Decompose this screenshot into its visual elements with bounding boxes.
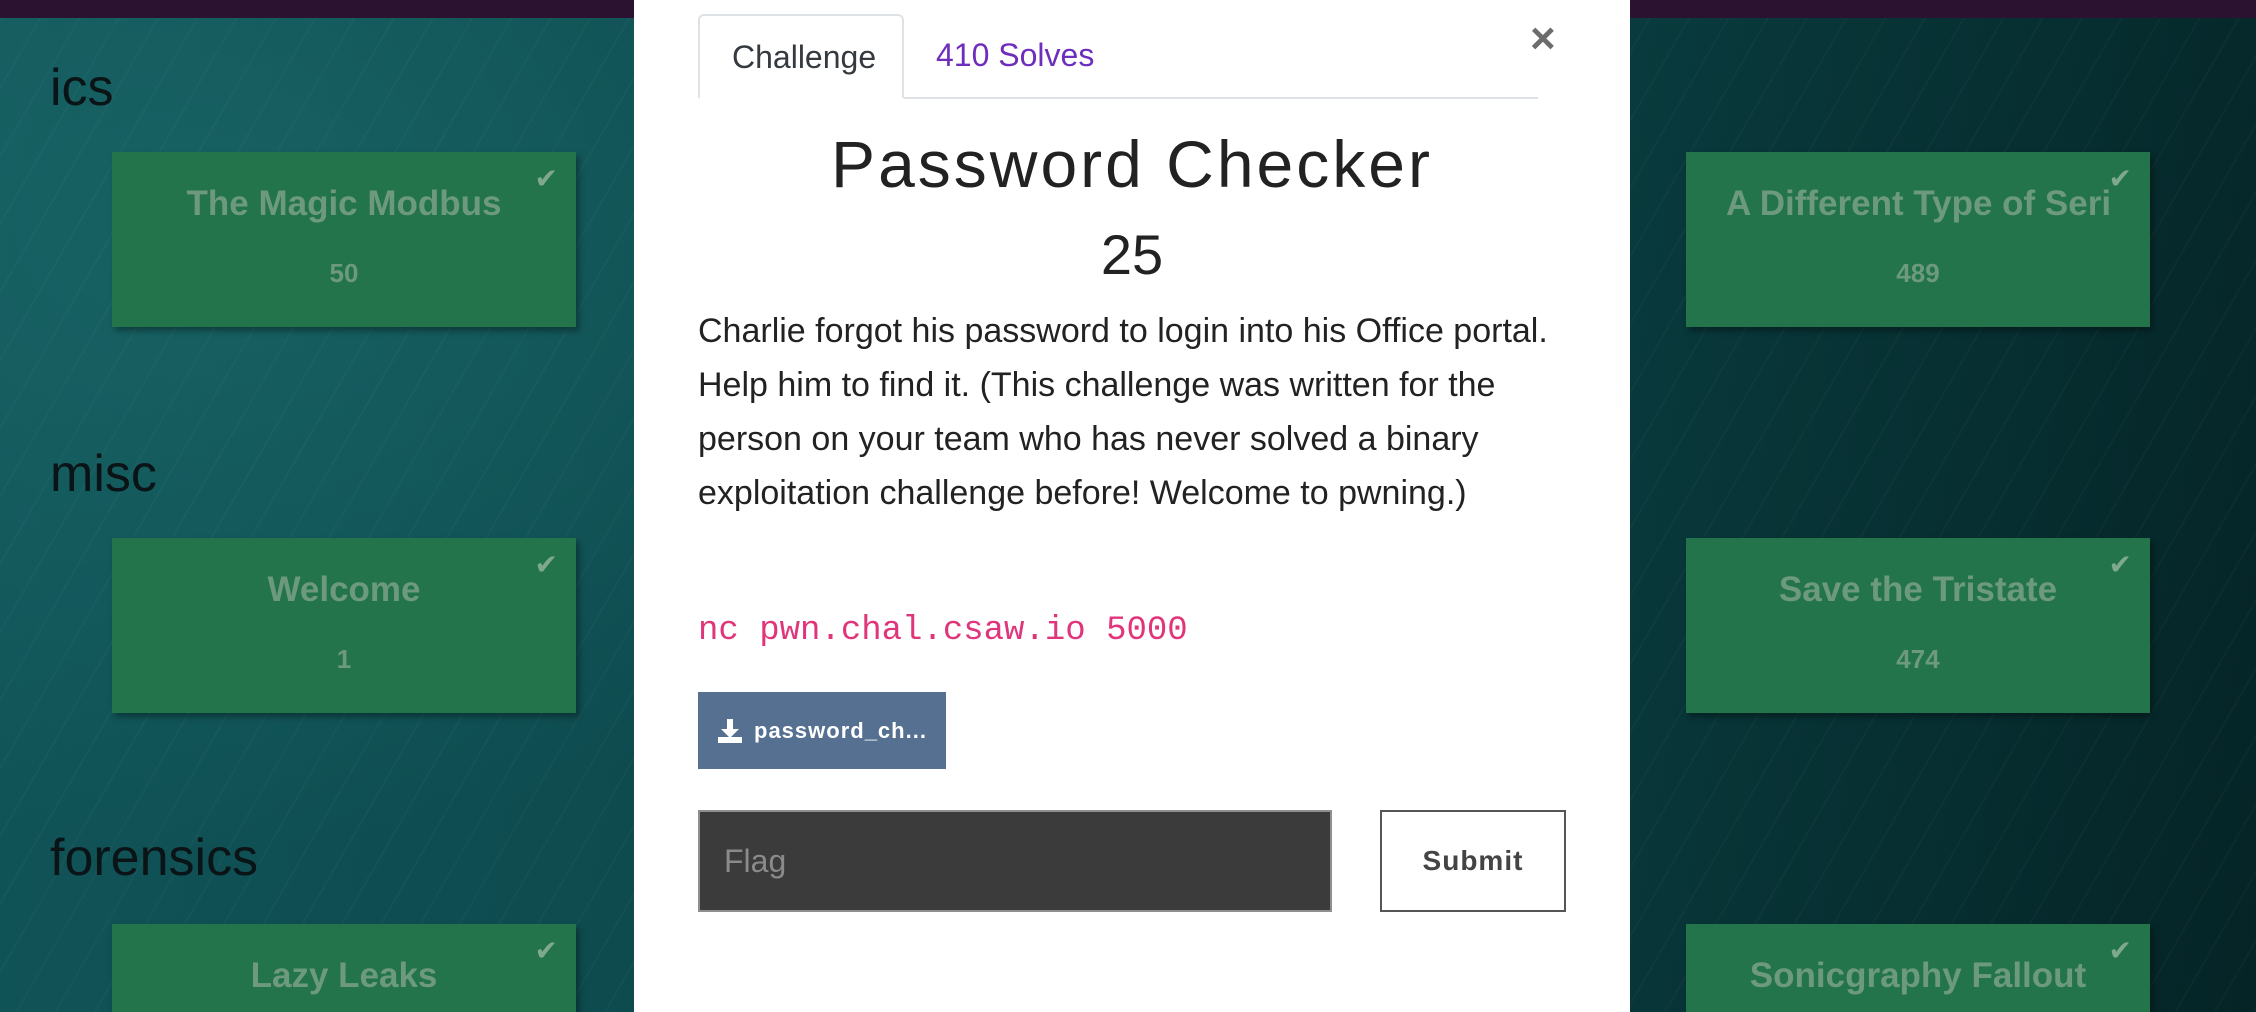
category-heading-forensics: forensics	[50, 829, 259, 887]
close-icon[interactable]: ×	[1530, 14, 1556, 64]
challenge-card-points: 489	[1896, 258, 1940, 288]
challenge-card-points: 1	[336, 644, 352, 674]
challenge-card-save-the-tristate[interactable]: Save the Tristate 474 ✔	[1686, 538, 2150, 713]
challenge-value: 25	[1100, 223, 1164, 286]
category-heading-ics: ics	[50, 59, 114, 117]
check-icon: ✔	[534, 163, 558, 194]
download-file-button[interactable]: password_ch...	[698, 692, 946, 769]
challenge-card-name: The Magic Modbus	[186, 184, 502, 223]
challenge-title: Password Checker	[831, 127, 1433, 201]
challenge-modal: Challenge 410 Solves × Password Checker …	[634, 0, 1630, 1012]
flag-input[interactable]	[698, 810, 1332, 912]
connection-info: nc pwn.chal.csaw.io 5000	[698, 612, 1188, 650]
challenge-card-points: 474	[1896, 644, 1940, 674]
challenge-card-points: 50	[329, 258, 359, 288]
check-icon: ✔	[534, 935, 558, 966]
tab-challenge[interactable]: Challenge	[698, 14, 904, 99]
challenge-description: Charlie forgot his password to login int…	[698, 312, 1548, 512]
challenge-card-the-magic-modbus[interactable]: The Magic Modbus 50 ✔	[112, 152, 576, 327]
check-icon: ✔	[2108, 549, 2132, 580]
challenge-card-name: Save the Tristate	[1778, 570, 2058, 609]
challenge-card-sonicgraphy-fallout[interactable]: Sonicgraphy Fallout ✔	[1686, 924, 2150, 1012]
challenge-card-welcome[interactable]: Welcome 1 ✔	[112, 538, 576, 713]
challenge-card-different-type[interactable]: A Different Type of Seri 489 ✔	[1686, 152, 2150, 327]
challenge-card-name: Welcome	[267, 570, 421, 609]
check-icon: ✔	[2108, 935, 2132, 966]
check-icon: ✔	[2108, 163, 2132, 194]
submit-button[interactable]: Submit	[1380, 810, 1566, 912]
check-icon: ✔	[534, 549, 558, 580]
modal-tabs: Challenge 410 Solves	[698, 14, 1538, 99]
challenge-card-name: Sonicgraphy Fallout	[1749, 956, 2087, 995]
challenge-card-name: Lazy Leaks	[250, 956, 438, 995]
download-icon	[718, 718, 742, 743]
download-file-label: password_ch...	[754, 717, 927, 743]
tab-solves[interactable]: 410 Solves	[904, 14, 1126, 96]
challenge-card-lazy-leaks[interactable]: Lazy Leaks ✔	[112, 924, 576, 1012]
challenge-card-name: A Different Type of Seri	[1726, 184, 2112, 223]
category-heading-misc: misc	[50, 445, 157, 503]
